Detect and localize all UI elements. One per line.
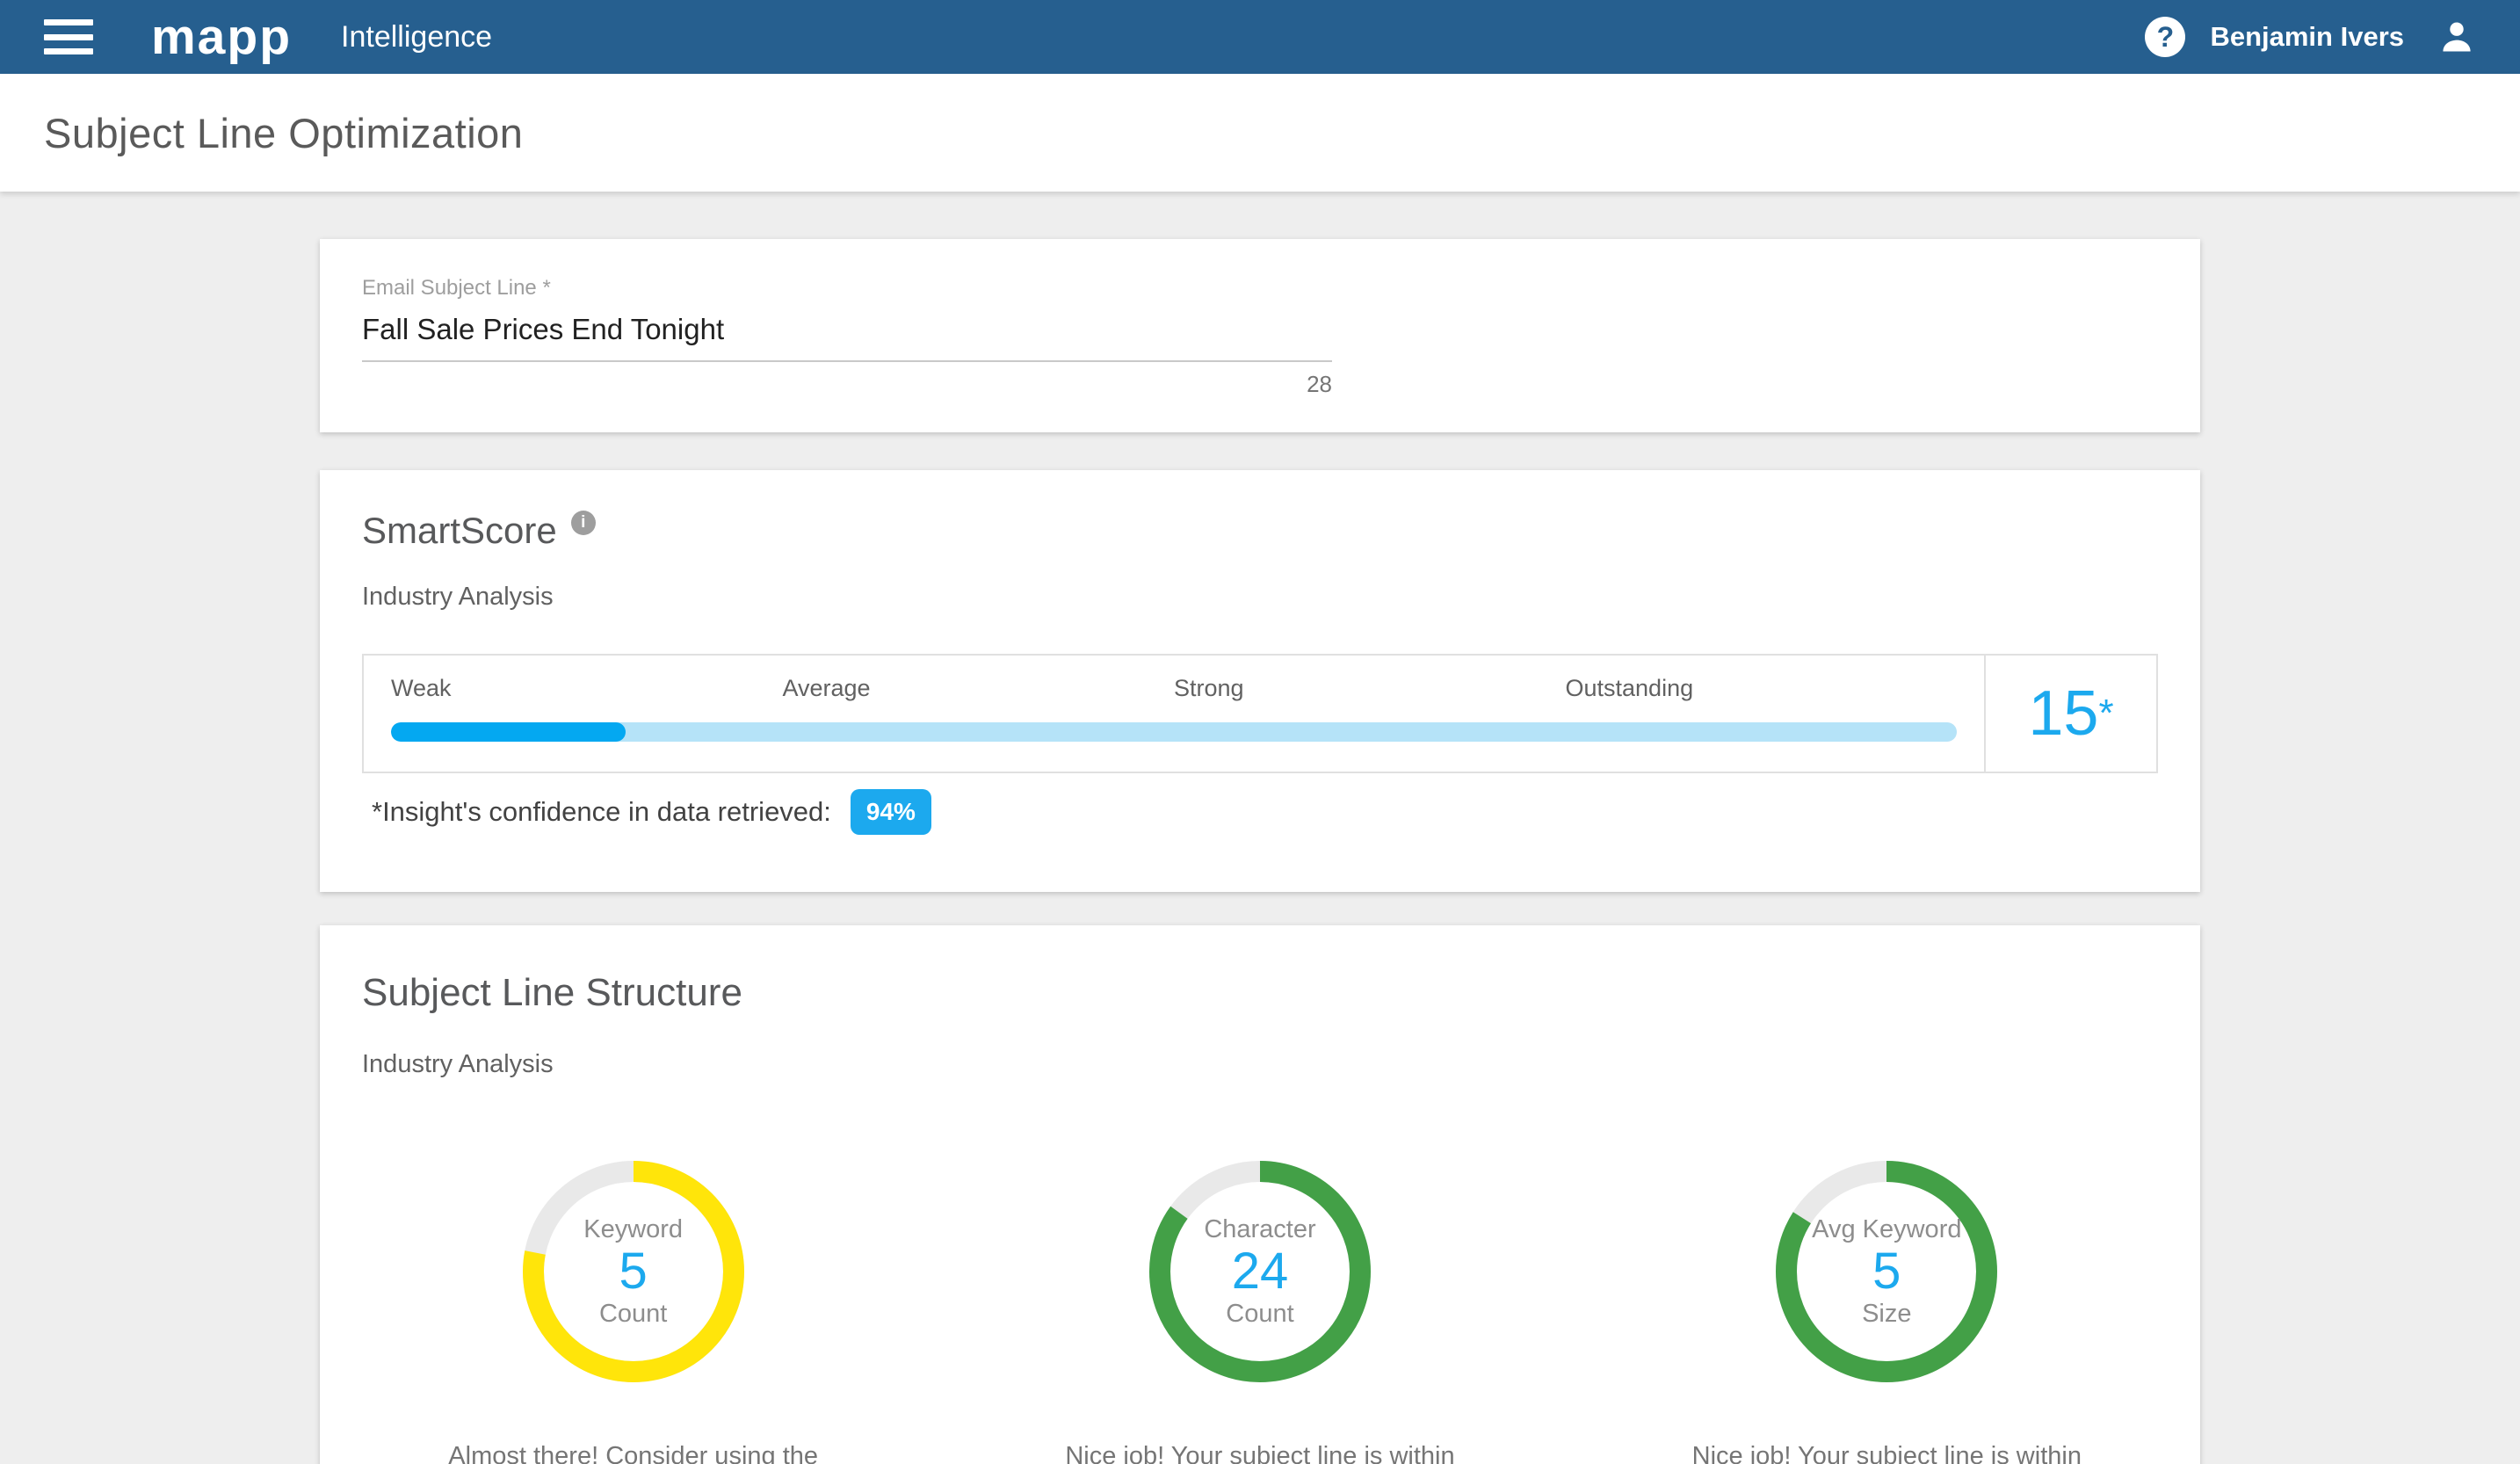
mapp-logo[interactable]: mapp [151, 0, 292, 74]
score-value: 15 [2028, 678, 2099, 749]
page-title-bar: Subject Line Optimization [0, 74, 2520, 192]
metric-top-label: Avg Keyword [1812, 1215, 1962, 1243]
subject-line-optimization-page: mapp Intelligence ? Benjamin Ivers Subje… [0, 0, 2520, 1464]
metric-keyword-count: Keyword 5 Count Almost there! Consider u… [320, 1161, 946, 1464]
subject-line-input-label: Email Subject Line * [362, 276, 551, 300]
metric-character-count: Character 24 Count Nice job! Your subjec… [946, 1161, 1573, 1464]
user-name[interactable]: Benjamin Ivers [2210, 21, 2404, 53]
metric-message: Nice job! Your subject line is within [1691, 1442, 2082, 1464]
help-icon[interactable]: ? [2145, 17, 2186, 57]
character-counter: 28 [1307, 371, 1332, 397]
metric-value: 5 [619, 1243, 648, 1300]
subject-line-input[interactable] [362, 301, 1332, 362]
metric-top-label: Character [1204, 1215, 1316, 1243]
smartscore-title-text: SmartScore [362, 510, 557, 551]
subject-line-input-card: Email Subject Line * 28 Email Distributi… [320, 239, 2200, 597]
score-progress-track [391, 722, 1957, 742]
metric-value: 5 [1872, 1243, 1901, 1300]
smartscore-title: SmartScore i [362, 510, 596, 552]
scale-label-outstanding: Outstanding [1565, 675, 1694, 701]
top-navigation-bar: mapp Intelligence ? Benjamin Ivers [0, 0, 2520, 74]
metric-bottom-label: Size [1862, 1300, 1912, 1328]
confidence-badge: 94% [850, 789, 931, 835]
metric-avg-keyword-size: Avg Keyword 5 Size Nice job! Your subjec… [1574, 1161, 2200, 1464]
product-name: Intelligence [341, 19, 493, 54]
metric-message: Almost there! Consider using the [448, 1442, 819, 1464]
score-value-cell: 15 * [1984, 656, 2156, 772]
confidence-text: *Insight's confidence in data retrieved: [372, 796, 831, 827]
info-icon[interactable]: i [570, 511, 596, 535]
smartscore-subtitle: Industry Analysis [362, 583, 554, 611]
score-asterisk: * [2098, 692, 2114, 735]
subject-line-structure-card: Subject Line Structure Industry Analysis… [320, 925, 2200, 1464]
scale-label-strong: Strong [1174, 675, 1244, 701]
metric-message: Nice job! Your subject line is within [1065, 1442, 1455, 1464]
score-progress-fill [391, 722, 626, 742]
smartscore-scale-panel: Weak Average Strong Outstanding 15 * [362, 654, 2158, 773]
score-scale-labels: Weak Average Strong Outstanding [391, 675, 1957, 703]
page-title: Subject Line Optimization [44, 109, 524, 156]
user-avatar-icon[interactable] [2437, 18, 2476, 56]
metric-bottom-label: Count [598, 1300, 668, 1328]
structure-subtitle: Industry Analysis [362, 1050, 554, 1078]
confidence-row: *Insight's confidence in data retrieved:… [372, 789, 931, 835]
metric-top-label: Keyword [583, 1215, 684, 1243]
scale-label-average: Average [782, 675, 871, 701]
scale-label-weak: Weak [391, 675, 452, 701]
hamburger-menu-icon[interactable] [44, 19, 93, 54]
smartscore-card: SmartScore i Industry Analysis Weak Avera… [320, 470, 2200, 892]
metric-bottom-label: Count [1226, 1300, 1294, 1328]
structure-title: Subject Line Structure [362, 971, 742, 1014]
metric-value: 24 [1231, 1243, 1289, 1300]
